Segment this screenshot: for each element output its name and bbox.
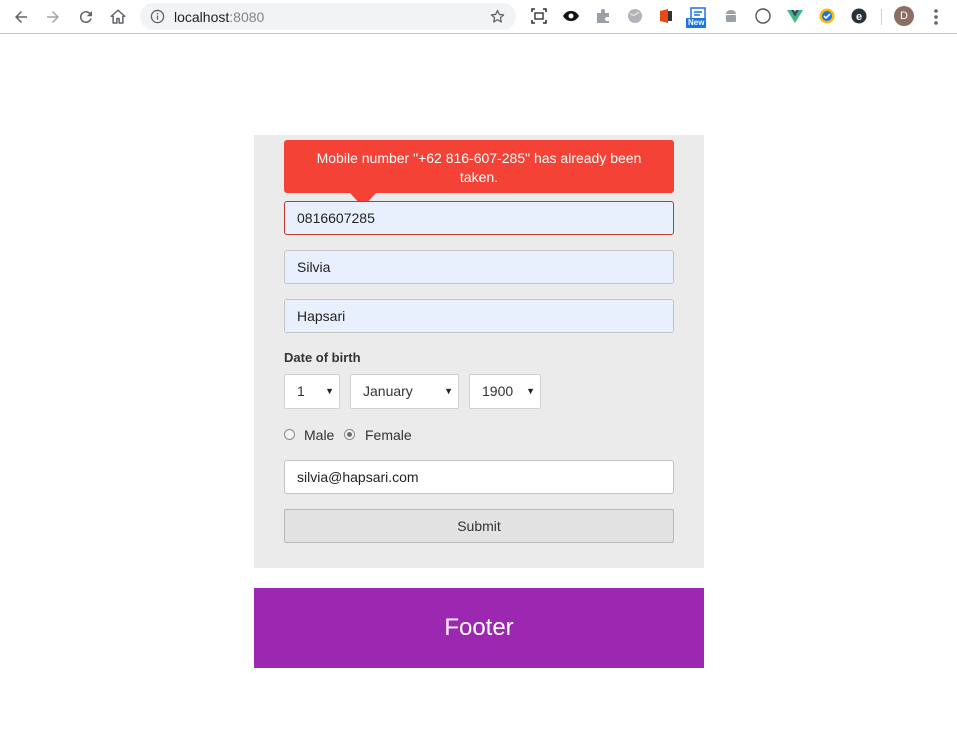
gender-male-label[interactable]: Male (304, 427, 334, 443)
date-of-birth-label: Date of birth (284, 350, 361, 365)
reload-button[interactable] (74, 5, 98, 29)
dob-year-select[interactable]: 1900 ▼ (469, 374, 541, 409)
chevron-down-icon: ▼ (526, 386, 535, 396)
forward-button[interactable] (41, 5, 65, 29)
vue-devtools-extension-icon[interactable] (786, 7, 804, 25)
profile-avatar[interactable]: D (894, 6, 914, 26)
globe-extension-icon[interactable] (626, 7, 644, 25)
bookmark-star-icon[interactable] (489, 8, 506, 25)
url-text[interactable]: localhost:8080 (174, 9, 264, 25)
submit-button[interactable]: Submit (284, 509, 674, 543)
dob-day-value: 1 (297, 383, 305, 399)
url-host: localhost (174, 9, 230, 25)
chevron-down-icon: ▼ (444, 386, 453, 396)
new-badge: New (686, 18, 707, 28)
email-input[interactable]: silvia@hapsari.com (284, 460, 674, 494)
e-extension-icon[interactable]: e (850, 7, 868, 25)
gender-female-radio[interactable] (344, 429, 355, 440)
url-port: :8080 (229, 9, 265, 25)
chevron-down-icon: ▼ (325, 386, 334, 396)
arrow-left-icon (15, 11, 27, 23)
mobile-number-input[interactable]: 0816607285 (284, 201, 674, 235)
new-extension-icon[interactable]: New (686, 7, 707, 28)
android-extension-icon[interactable] (722, 7, 740, 25)
dob-month-value: January (363, 383, 413, 399)
gender-female-label[interactable]: Female (365, 427, 412, 443)
eye-extension-icon[interactable] (562, 7, 580, 25)
dob-day-select[interactable]: 1 ▼ (284, 374, 340, 409)
dark-mode-extension-icon[interactable] (754, 7, 772, 25)
home-icon (110, 9, 126, 24)
back-button[interactable] (9, 5, 33, 29)
last-name-input[interactable]: Hapsari (284, 299, 674, 333)
screen-capture-extension-icon[interactable] (530, 7, 548, 25)
office-extension-icon[interactable] (657, 7, 675, 25)
arrow-right-icon (47, 11, 59, 23)
lighthouse-extension-icon[interactable] (818, 7, 836, 25)
gender-male-radio[interactable] (284, 429, 295, 440)
browser-toolbar: localhost:8080 New e D (0, 0, 957, 34)
dob-year-value: 1900 (482, 383, 514, 399)
mobile-error-tooltip: Mobile number "+62 816-607-285" has alre… (284, 140, 674, 193)
page-footer: Footer (254, 588, 704, 668)
puzzle-extension-icon[interactable] (594, 7, 612, 25)
toolbar-separator (881, 9, 882, 25)
address-bar[interactable]: localhost:8080 (140, 3, 516, 30)
dob-month-select[interactable]: January ▼ (350, 374, 459, 409)
svg-text:e: e (856, 11, 862, 23)
more-vert-icon[interactable] (928, 7, 944, 27)
info-icon[interactable] (150, 9, 165, 24)
first-name-input[interactable]: Silvia (284, 250, 674, 284)
reload-icon (79, 11, 92, 24)
home-button[interactable] (106, 5, 130, 29)
